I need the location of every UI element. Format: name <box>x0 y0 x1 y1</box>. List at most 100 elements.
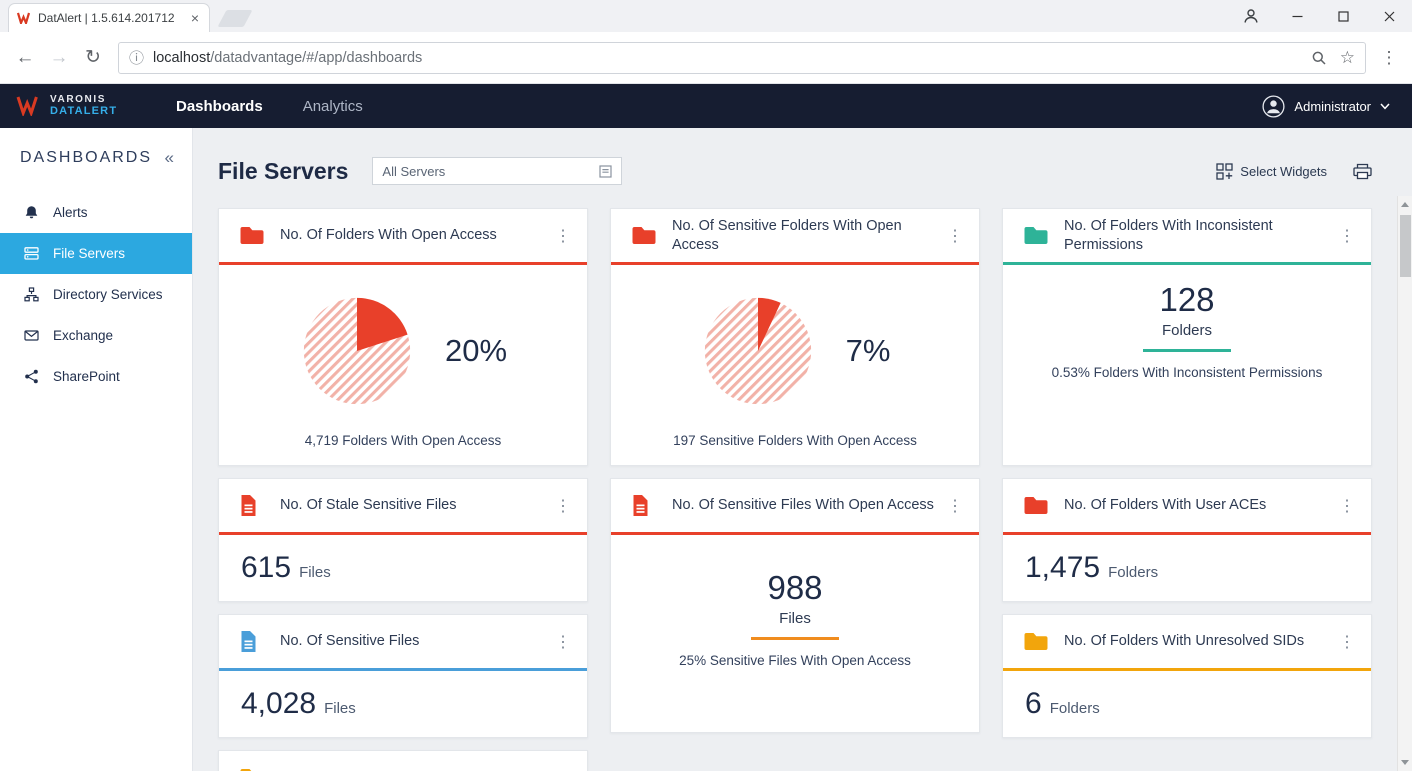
sidebar-list: Alerts File Servers Directory Services E… <box>0 192 192 397</box>
scroll-up-icon[interactable] <box>1401 202 1409 207</box>
server-filter-dropdown[interactable]: All Servers <box>372 157 623 185</box>
browser-menu-icon[interactable]: ⋮ <box>1374 41 1404 75</box>
user-name: Administrator <box>1294 98 1371 114</box>
sidebar-item-directory-services[interactable]: Directory Services <box>0 274 192 315</box>
tab-close-icon[interactable]: × <box>189 11 201 25</box>
browser-profile-icon[interactable] <box>1228 0 1274 32</box>
widget-menu-icon[interactable]: ⋮ <box>1333 494 1361 518</box>
print-button[interactable] <box>1353 163 1372 180</box>
folder-icon <box>1023 495 1050 516</box>
widget-card-sensitive-files-open-access: No. Of Sensitive Files With Open Access … <box>610 478 980 733</box>
dashboards-sidebar: DASHBOARDS « Alerts File Servers Directo… <box>0 128 193 771</box>
sidebar-collapse-icon[interactable]: « <box>161 148 178 168</box>
printer-icon <box>1353 163 1372 179</box>
folder-icon <box>1023 631 1050 652</box>
sidebar-item-label: SharePoint <box>53 369 120 384</box>
forward-icon[interactable]: → <box>42 41 76 75</box>
folder-icon <box>239 767 266 771</box>
sidebar-item-label: Directory Services <box>53 287 163 302</box>
nav-analytics[interactable]: Analytics <box>283 84 383 128</box>
browser-tab[interactable]: DatAlert | 1.5.614.201712 × <box>8 3 210 32</box>
app-header: VARONIS DATALERT Dashboards Analytics Ad… <box>0 84 1412 128</box>
nav-dashboards[interactable]: Dashboards <box>156 84 283 128</box>
tab-title: DatAlert | 1.5.614.201712 <box>38 11 175 25</box>
sharepoint-icon <box>24 369 40 384</box>
minimize-icon[interactable] <box>1274 0 1320 32</box>
brand-datalert: DATALERT <box>50 105 118 118</box>
back-icon[interactable]: ← <box>8 41 42 75</box>
user-menu[interactable]: Administrator <box>1262 94 1412 118</box>
sidebar-item-label: Exchange <box>53 328 114 343</box>
file-icon <box>631 494 658 517</box>
widget-card-partial <box>218 750 588 771</box>
widget-unit: Files <box>299 564 331 581</box>
widget-unit: Folders <box>1161 322 1213 340</box>
widget-caption: 4,719 Folders With Open Access <box>304 433 502 448</box>
widget-value: 128 <box>1159 281 1215 319</box>
folder-icon <box>631 225 658 246</box>
close-icon[interactable] <box>1366 0 1412 32</box>
chevron-down-icon <box>1380 102 1390 110</box>
widget-card-folders-open-access: No. Of Folders With Open Access ⋮ 20% 4,… <box>218 208 588 466</box>
widget-menu-icon[interactable]: ⋮ <box>549 224 577 248</box>
widget-value: 4,028 <box>241 687 317 720</box>
sidebar-item-exchange[interactable]: Exchange <box>0 315 192 356</box>
widget-menu-icon[interactable]: ⋮ <box>941 494 969 518</box>
widget-title: No. Of Folders With Open Access <box>280 227 497 244</box>
app-nav: Dashboards Analytics <box>156 84 383 128</box>
page-title: File Servers <box>218 157 349 184</box>
widget-menu-icon[interactable]: ⋮ <box>549 494 577 518</box>
address-bar[interactable]: ⓘ localhost/datadvantage/#/app/dashboard… <box>118 41 1366 74</box>
sidebar-item-sharepoint[interactable]: SharePoint <box>0 356 192 397</box>
widget-column-3: No. Of Folders With Inconsistent Permiss… <box>1002 208 1372 738</box>
sidebar-item-file-servers[interactable]: File Servers <box>0 233 192 274</box>
widget-menu-icon[interactable]: ⋮ <box>941 224 969 248</box>
file-icon <box>239 494 266 517</box>
reload-icon[interactable]: ↻ <box>76 41 110 75</box>
widget-title: No. Of Folders With Inconsistent Permiss… <box>1064 218 1273 253</box>
widget-menu-icon[interactable]: ⋮ <box>1333 224 1361 248</box>
folder-icon <box>239 225 266 246</box>
varonis-logo: VARONIS DATALERT <box>0 94 138 118</box>
widget-card-folders-user-aces: No. Of Folders With User ACEs ⋮ 1,475 Fo… <box>1002 478 1372 602</box>
sidebar-item-label: Alerts <box>53 205 88 220</box>
widget-value: 615 <box>241 551 292 584</box>
widget-column-1: No. Of Folders With Open Access ⋮ 20% 4,… <box>218 208 588 771</box>
bookmark-star-icon[interactable]: ☆ <box>1340 48 1355 68</box>
widget-caption: 197 Sensitive Folders With Open Access <box>673 433 917 448</box>
select-widgets-button[interactable]: Select Widgets <box>1216 162 1327 180</box>
widget-grid: No. Of Folders With Open Access ⋮ 20% 4,… <box>193 196 1412 771</box>
url-text: localhost/datadvantage/#/app/dashboards <box>153 49 423 66</box>
file-icon <box>239 630 266 653</box>
widget-value: 988 <box>767 569 823 606</box>
sidebar-item-alerts[interactable]: Alerts <box>0 192 192 233</box>
widget-value: 6 <box>1025 687 1042 720</box>
dashboard-main: File Servers All Servers Select Widgets <box>193 128 1412 771</box>
widget-card-inconsistent-permissions: No. Of Folders With Inconsistent Permiss… <box>1002 208 1372 466</box>
new-tab-button[interactable] <box>217 10 253 27</box>
widget-value: 1,475 <box>1025 551 1101 584</box>
scrollbar-thumb[interactable] <box>1400 215 1411 277</box>
sidebar-item-label: File Servers <box>53 246 126 261</box>
widget-title: No. Of Sensitive Folders With Open Acces… <box>672 218 902 253</box>
widget-card-stale-sensitive-files: No. Of Stale Sensitive Files ⋮ 615 Files <box>218 478 588 602</box>
sidebar-title: DASHBOARDS <box>20 149 153 166</box>
widget-caption: 0.53% Folders With Inconsistent Permissi… <box>1051 365 1323 381</box>
scrollbar[interactable] <box>1397 196 1412 771</box>
folder-icon <box>1023 225 1050 246</box>
avatar <box>1262 94 1285 118</box>
pie-chart <box>700 293 816 409</box>
maximize-icon[interactable] <box>1320 0 1366 32</box>
page-info-icon[interactable]: ⓘ <box>129 47 144 68</box>
varonis-favicon <box>17 12 31 24</box>
widget-title: No. Of Stale Sensitive Files <box>280 497 457 514</box>
widget-card-unresolved-sids: No. Of Folders With Unresolved SIDs ⋮ 6 … <box>1002 614 1372 738</box>
bell-icon <box>24 205 40 220</box>
scroll-down-icon[interactable] <box>1401 760 1409 765</box>
select-widgets-label: Select Widgets <box>1240 163 1327 179</box>
pie-chart <box>299 293 415 409</box>
widget-title: No. Of Sensitive Files With Open Access <box>672 497 934 514</box>
widget-menu-icon[interactable]: ⋮ <box>549 630 577 654</box>
widget-menu-icon[interactable]: ⋮ <box>1333 630 1361 654</box>
zoom-icon[interactable] <box>1311 50 1327 66</box>
